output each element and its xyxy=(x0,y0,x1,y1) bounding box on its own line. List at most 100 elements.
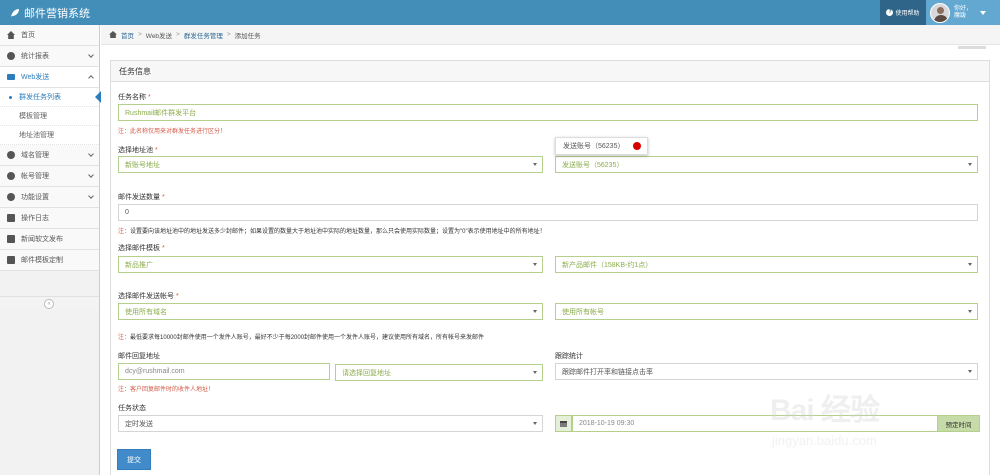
sidebar-item-label: 操作日志 xyxy=(21,215,49,222)
address-pool-select[interactable]: 新账号地址 xyxy=(118,156,543,173)
app-title: 邮件营销系统 xyxy=(24,8,90,20)
home-icon xyxy=(109,31,117,38)
cogs-icon xyxy=(7,193,15,201)
user-menu[interactable]: 你好， 魔跋 xyxy=(926,0,1000,25)
envelope-icon xyxy=(7,74,15,80)
breadcrumb-current: 添加任务 xyxy=(234,32,261,40)
help-button[interactable]: ? 使用帮助 xyxy=(880,0,926,25)
task-status-select[interactable]: 定时发送 xyxy=(118,415,543,432)
chevron-down-icon xyxy=(88,151,94,157)
reply-address-note: 注：客户回复邮件时的收件人地址！ xyxy=(118,387,215,393)
tracking-label: 跟踪统计 xyxy=(555,353,583,360)
caret-down-icon xyxy=(533,422,537,425)
breadcrumb-task-mgmt[interactable]: 群发任务管理 xyxy=(184,30,223,40)
sidebar-collapse-button[interactable]: « xyxy=(0,296,99,310)
sidebar: 首页 统计报表 Web发送 群发任务列表 模板管理 地址池管理 域名管理 帐号管… xyxy=(0,25,101,475)
reply-address-select[interactable]: 请选择回复地址 xyxy=(335,364,543,381)
avatar xyxy=(930,2,950,23)
breadcrumb: 首页 > Web发送 > 群发任务管理 > 添加任务 xyxy=(101,25,1000,45)
sidebar-item-label: 统计报表 xyxy=(21,53,49,60)
template-label: 选择邮件模板 * xyxy=(118,245,165,252)
caret-down-icon xyxy=(968,370,972,373)
sender-account-select[interactable]: 发送账号（56235） xyxy=(555,156,978,173)
globe-icon xyxy=(7,151,15,159)
sidebar-item-label: 功能设置 xyxy=(21,194,49,201)
sidebar-subitem-address-pool[interactable]: 地址池管理 xyxy=(0,126,99,145)
sidebar-subitem-label: 地址池管理 xyxy=(19,132,54,139)
sidebar-item-settings[interactable]: 功能设置 xyxy=(0,187,99,208)
reply-address-label: 邮件回复地址 xyxy=(118,353,160,360)
calendar-addon[interactable] xyxy=(555,415,572,432)
user-greeting: 你好， xyxy=(954,5,973,12)
caret-down-icon xyxy=(533,310,537,313)
brand[interactable]: 邮件营销系统 xyxy=(10,5,90,21)
help-label: 使用帮助 xyxy=(895,11,920,17)
address-pool-label: 选择地址池 * xyxy=(118,147,158,154)
user-info: 你好， 魔跋 xyxy=(954,6,972,20)
user-name: 魔跋 xyxy=(954,12,967,19)
breadcrumb-web-send: Web发送 xyxy=(145,32,173,40)
sidebar-subitem-label: 群发任务列表 xyxy=(19,94,61,101)
breadcrumb-separator-icon: > xyxy=(138,31,142,38)
panel-title: 任务信息 xyxy=(111,61,989,82)
schedule-time-button[interactable]: 预定时间 xyxy=(937,415,980,432)
breadcrumb-separator-icon: > xyxy=(176,31,180,38)
template-select[interactable]: 新品推广 xyxy=(118,256,543,273)
double-chevron-left-icon: « xyxy=(44,299,54,309)
task-name-note: 注：此名称仅用来对群发任务进行区分！ xyxy=(118,129,227,135)
caret-down-icon xyxy=(533,371,537,374)
sender-label: 选择邮件发送帐号 * xyxy=(118,293,179,300)
sidebar-item-news[interactable]: 新闻软文发布 xyxy=(0,229,99,250)
send-count-label: 邮件发送数量 * xyxy=(118,194,165,201)
question-icon: ? xyxy=(886,9,894,16)
send-count-note: 注：设置要向该地址池中的地址发送多少封邮件；如果设置的数量大于地址池中实际的地址… xyxy=(118,229,546,235)
chevron-down-icon xyxy=(88,172,94,178)
sidebar-item-domains[interactable]: 域名管理 xyxy=(0,145,99,166)
account-select[interactable]: 使用所有帐号 xyxy=(555,303,978,320)
sidebar-item-template-custom[interactable]: 邮件模板定制 xyxy=(0,250,99,271)
reply-address-input[interactable]: dcy@rushmail.com xyxy=(118,363,330,380)
pie-chart-icon xyxy=(7,52,15,60)
caret-down-icon xyxy=(980,10,987,15)
caret-down-icon xyxy=(533,263,537,266)
newspaper-icon xyxy=(7,235,15,243)
caret-down-icon xyxy=(968,163,972,166)
submit-button[interactable]: 提交 xyxy=(117,449,151,470)
calendar-icon xyxy=(560,420,567,427)
template-icon xyxy=(7,256,15,264)
sidebar-item-home[interactable]: 首页 xyxy=(0,25,99,46)
tracking-select[interactable]: 跟踪邮件打开率和链接点击率 xyxy=(555,363,978,380)
schedule-datetime-input[interactable]: 2018-10-19 09:30 xyxy=(572,415,938,432)
sidebar-item-label: 域名管理 xyxy=(21,152,49,159)
sidebar-item-logs[interactable]: 操作日志 xyxy=(0,208,99,229)
sidebar-item-stats[interactable]: 统计报表 xyxy=(0,46,99,67)
sidebar-subitem-task-list[interactable]: 群发任务列表 xyxy=(0,88,101,107)
sidebar-item-label: 新闻软文发布 xyxy=(21,236,63,243)
task-status-label: 任务状态 xyxy=(118,405,146,412)
sidebar-item-web-send[interactable]: Web发送 xyxy=(0,67,99,88)
caret-down-icon xyxy=(533,163,537,166)
chevron-up-icon xyxy=(88,75,94,81)
list-icon xyxy=(7,214,15,222)
users-icon xyxy=(7,172,15,180)
sidebar-item-accounts[interactable]: 帐号管理 xyxy=(0,166,99,187)
home-icon xyxy=(7,31,15,39)
task-name-label: 任务名称 * xyxy=(118,94,151,101)
task-name-input[interactable]: Rushmail邮件群发平台 xyxy=(118,104,978,121)
chevron-down-icon xyxy=(88,193,94,199)
sender-note: 注：最低要求每10000封邮件使用一个发件人账号，最好不少于每2000封邮件使用… xyxy=(118,335,485,341)
sidebar-subitem-templates[interactable]: 模板管理 xyxy=(0,107,99,126)
sidebar-item-label: 首页 xyxy=(21,32,35,39)
domain-select[interactable]: 使用所有域名 xyxy=(118,303,543,320)
breadcrumb-separator-icon: > xyxy=(226,31,231,38)
sidebar-item-label: Web发送 xyxy=(21,74,50,81)
tab-stub xyxy=(958,46,986,49)
top-navbar: 邮件营销系统 ? 使用帮助 你好， 魔跋 xyxy=(0,0,1000,25)
send-count-input[interactable]: 0 xyxy=(118,204,978,221)
breadcrumb-home[interactable]: 首页 xyxy=(121,30,134,40)
chevron-down-icon xyxy=(88,52,94,58)
caret-down-icon xyxy=(968,310,972,313)
status-dot xyxy=(633,142,641,150)
template-mail-select[interactable]: 新产品邮件（158KB-约1点） xyxy=(555,256,978,273)
caret-down-icon xyxy=(968,263,972,266)
